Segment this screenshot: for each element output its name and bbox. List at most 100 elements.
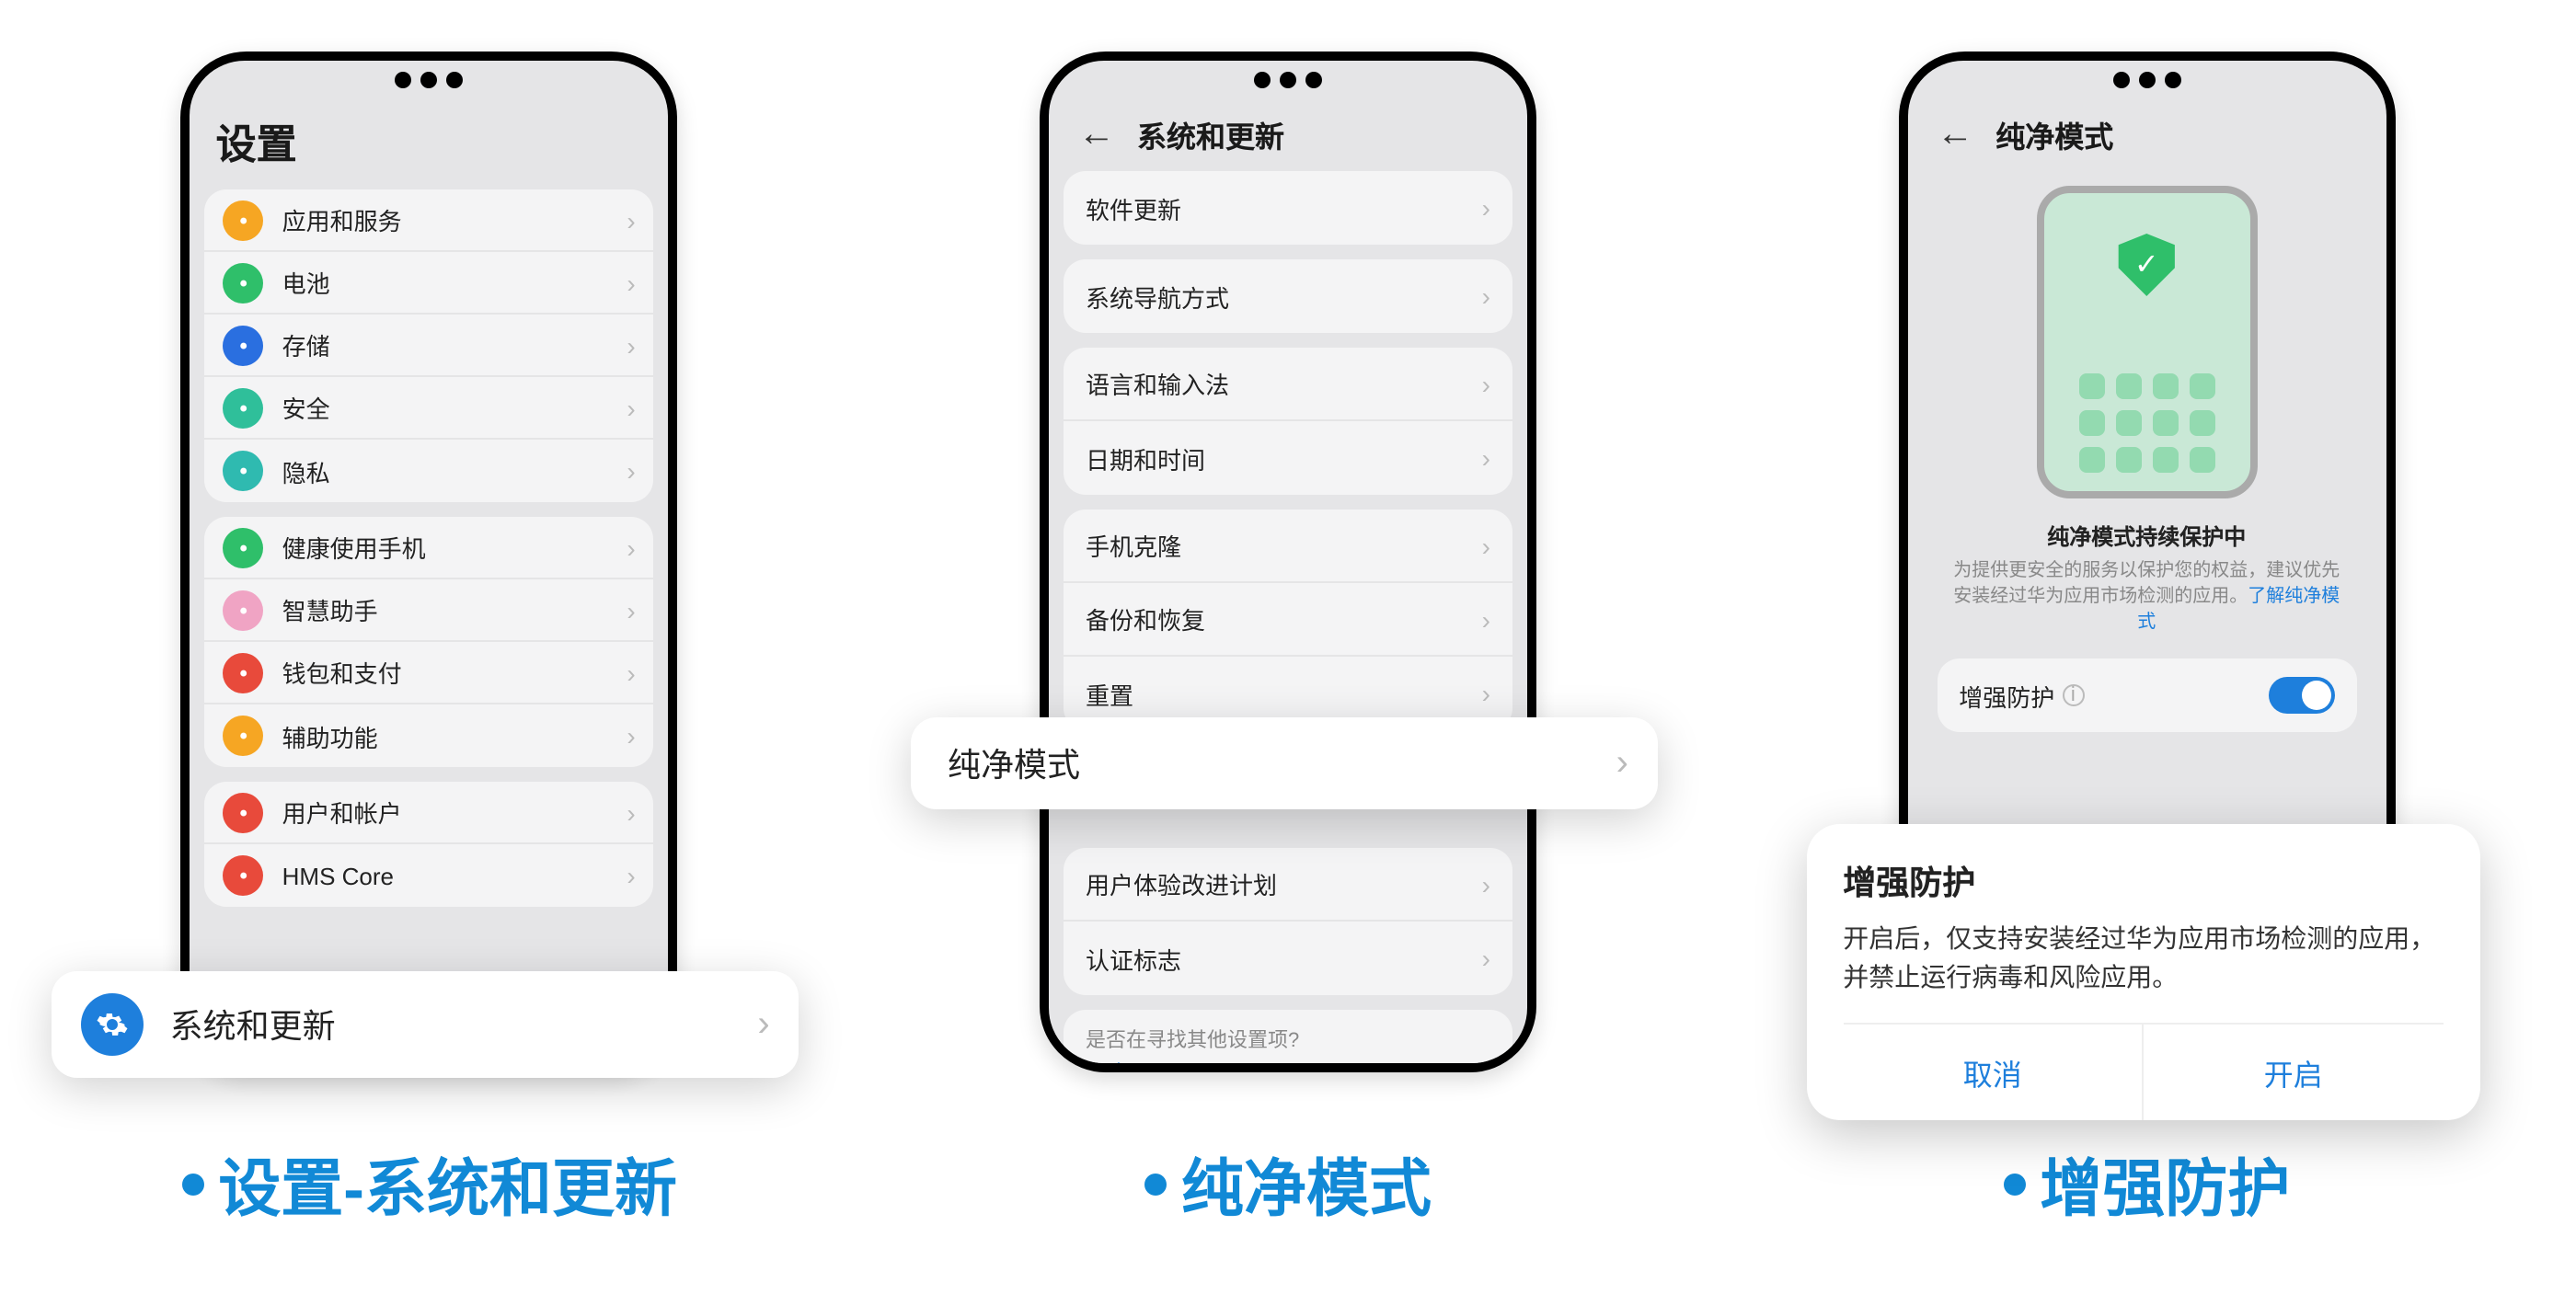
settings-item[interactable]: • 应用和服务› <box>205 189 654 252</box>
settings-item-label: 存储 <box>282 327 627 362</box>
dialog-confirm-button[interactable]: 开启 <box>2144 1025 2443 1120</box>
dialog-cancel-button[interactable]: 取消 <box>1843 1025 2144 1120</box>
settings-item[interactable]: •用户和帐户› <box>205 782 654 844</box>
settings-item[interactable]: 日期和时间› <box>1064 421 1512 495</box>
settings-item-label: 钱包和支付 <box>282 655 627 690</box>
chevron-right-icon: › <box>757 1003 769 1046</box>
protection-status-desc: 为提供更安全的服务以保护您的权益，建议优先安装经过华为应用市场检测的应用。了解纯… <box>1922 552 2371 636</box>
settings-item[interactable]: 系统导航方式› <box>1064 259 1512 333</box>
account-icon: • <box>224 792 264 832</box>
step-3-col: ← 纯净模式 ✓ 纯净模式持续保护中 为提供更安全的服务以保护您的权益，建议优先… <box>1898 52 2395 1229</box>
settings-item-label: 认证标志 <box>1086 941 1482 976</box>
step-caption-2: 纯净模式 <box>1144 1139 1432 1229</box>
chevron-right-icon: › <box>627 330 635 360</box>
privacy-icon: • <box>224 451 264 491</box>
settings-item-label: 隐私 <box>282 453 627 488</box>
chevron-right-icon: › <box>627 456 635 486</box>
phone-frame-2: ← 系统和更新 软件更新› 系统导航方式› 语言和输入法›日期和时间› 手机克隆… <box>1040 52 1536 1072</box>
settings-item[interactable]: 语言和输入法› <box>1064 348 1512 421</box>
gear-icon <box>82 993 144 1056</box>
hint-link-accessibility[interactable]: 无障碍 <box>1086 1058 1490 1063</box>
chevron-right-icon: › <box>1482 281 1490 311</box>
page-title: 纯净模式 <box>1995 112 2113 156</box>
chevron-right-icon: › <box>1616 742 1628 784</box>
settings-item-label: 系统导航方式 <box>1086 279 1482 314</box>
info-icon[interactable]: i <box>2062 684 2084 706</box>
settings-item[interactable]: 认证标志› <box>1064 922 1512 995</box>
callout-label: 系统和更新 <box>170 1001 758 1048</box>
settings-item[interactable]: • 存储› <box>205 315 654 377</box>
chevron-right-icon: › <box>1482 531 1490 560</box>
enhanced-protection-row[interactable]: 增强防护 i <box>1937 658 2356 732</box>
page-title: 系统和更新 <box>1137 112 1284 156</box>
dialog-title: 增强防护 <box>1843 857 2443 905</box>
hourglass-icon: • <box>224 527 264 567</box>
settings-item[interactable]: • 钱包和支付› <box>205 642 654 704</box>
step-2-col: ← 系统和更新 软件更新› 系统导航方式› 语言和输入法›日期和时间› 手机克隆… <box>1040 52 1536 1229</box>
settings-item[interactable]: • 电池› <box>205 252 654 315</box>
settings-item-label: 备份和恢复 <box>1086 601 1482 636</box>
wallet-icon: • <box>224 652 264 693</box>
settings-item[interactable]: • 健康使用手机› <box>205 517 654 579</box>
protection-status-title: 纯净模式持续保护中 <box>1922 521 2371 552</box>
settings-item-label: 电池 <box>282 265 627 300</box>
settings-item-label: 用户和帐户 <box>282 795 627 830</box>
chevron-right-icon: › <box>627 861 635 890</box>
settings-item[interactable]: 手机克隆› <box>1064 510 1512 583</box>
chevron-right-icon: › <box>627 393 635 422</box>
settings-item-label: 用户体验改进计划 <box>1086 866 1482 901</box>
settings-item-label: HMS Core <box>282 862 627 889</box>
back-icon[interactable]: ← <box>1071 113 1122 155</box>
chevron-right-icon: › <box>1482 193 1490 223</box>
chevron-right-icon: › <box>627 205 635 235</box>
step-caption-3: 增强防护 <box>2003 1139 2290 1229</box>
settings-item[interactable]: 软件更新› <box>1064 171 1512 245</box>
settings-item[interactable]: 备份和恢复› <box>1064 583 1512 657</box>
settings-item-label: 安全 <box>282 390 627 425</box>
page-title: 设置 <box>205 97 654 189</box>
settings-item-label: 健康使用手机 <box>282 530 627 565</box>
chevron-right-icon: › <box>1482 869 1490 899</box>
settings-item[interactable]: • 辅助功能› <box>205 704 654 767</box>
chevron-right-icon: › <box>627 268 635 297</box>
storage-icon: • <box>224 325 264 365</box>
settings-item-label: 辅助功能 <box>282 718 627 753</box>
settings-item-label: 重置 <box>1086 676 1482 711</box>
settings-item-label: 语言和输入法 <box>1086 366 1482 401</box>
apps-icon: • <box>224 200 264 240</box>
back-icon[interactable]: ← <box>1929 113 1981 155</box>
chevron-right-icon: › <box>627 595 635 624</box>
enhanced-protection-toggle[interactable] <box>2268 677 2334 714</box>
settings-item[interactable]: • 隐私› <box>205 440 654 502</box>
chevron-right-icon: › <box>1482 369 1490 398</box>
chevron-right-icon: › <box>627 658 635 687</box>
settings-item-label: 手机克隆 <box>1086 528 1482 563</box>
phone-frame-1: 设置 •应用和服务›•电池›•存储›•安全›•隐私› •健康使用手机›•智慧助手… <box>181 52 678 1072</box>
chevron-right-icon: › <box>627 532 635 562</box>
settings-item[interactable]: • 智慧助手› <box>205 579 654 642</box>
chevron-right-icon: › <box>1482 944 1490 973</box>
chevron-right-icon: › <box>1482 604 1490 634</box>
chevron-right-icon: › <box>627 721 635 750</box>
search-hint-card: 是否在寻找其他设置项? 无障碍 玩机技巧 <box>1064 1010 1512 1063</box>
settings-item[interactable]: • 安全› <box>205 377 654 440</box>
hms-icon: • <box>224 855 264 896</box>
step-1-col: 设置 •应用和服务›•电池›•存储›•安全›•隐私› •健康使用手机›•智慧助手… <box>181 52 678 1229</box>
dialog-body: 开启后，仅支持安装经过华为应用市场检测的应用，并禁止运行病毒和风险应用。 <box>1843 920 2443 997</box>
callout-pure-mode[interactable]: 纯净模式 › <box>911 717 1658 809</box>
accessibility-icon: • <box>224 716 264 756</box>
settings-item[interactable]: • HMS Core› <box>205 844 654 907</box>
settings-item-label: 软件更新 <box>1086 190 1482 225</box>
enhanced-protection-dialog: 增强防护 开启后，仅支持安装经过华为应用市场检测的应用，并禁止运行病毒和风险应用… <box>1806 824 2479 1120</box>
shield-icon: • <box>224 387 264 428</box>
shield-check-icon: ✓ <box>2115 234 2178 296</box>
settings-item-label: 智慧助手 <box>282 592 627 627</box>
chevron-right-icon: › <box>1482 679 1490 708</box>
settings-item-label: 应用和服务 <box>282 202 627 237</box>
step-caption-1: 设置-系统和更新 <box>181 1139 677 1229</box>
callout-system-update[interactable]: 系统和更新 › <box>52 971 799 1078</box>
battery-icon: • <box>224 262 264 303</box>
settings-item[interactable]: 用户体验改进计划› <box>1064 848 1512 922</box>
assistant-icon: • <box>224 590 264 630</box>
protection-illustration: ✓ <box>2036 186 2257 498</box>
